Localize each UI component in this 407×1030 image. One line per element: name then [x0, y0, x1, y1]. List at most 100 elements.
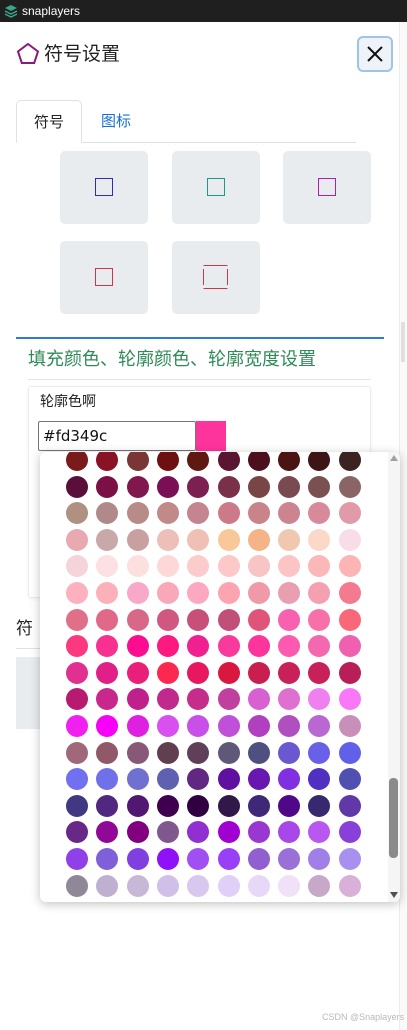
- color-swatch-option[interactable]: [338, 715, 361, 737]
- color-swatch-option[interactable]: [278, 502, 301, 525]
- color-swatch-option[interactable]: [187, 874, 210, 897]
- color-swatch-option[interactable]: [96, 502, 119, 525]
- color-swatch-option[interactable]: [308, 688, 331, 711]
- color-swatch-option[interactable]: [217, 528, 240, 551]
- color-swatch-option[interactable]: [187, 452, 210, 471]
- symbol-tile-square-teal[interactable]: [172, 151, 260, 224]
- color-swatch-option[interactable]: [126, 848, 149, 870]
- color-swatch-option[interactable]: [338, 528, 361, 551]
- color-swatch-option[interactable]: [308, 502, 331, 525]
- dialog-scrollbar-thumb[interactable]: [401, 322, 405, 362]
- color-swatch-option[interactable]: [96, 688, 119, 711]
- color-swatch-option[interactable]: [247, 502, 270, 525]
- color-swatch-option[interactable]: [247, 848, 270, 870]
- color-swatch-option[interactable]: [308, 452, 331, 471]
- color-swatch-option[interactable]: [156, 502, 179, 525]
- color-swatch-option[interactable]: [187, 582, 210, 604]
- color-swatch-option[interactable]: [278, 715, 301, 737]
- color-swatch-option[interactable]: [278, 635, 301, 658]
- color-swatch-option[interactable]: [187, 848, 210, 870]
- color-swatch-option[interactable]: [308, 661, 331, 684]
- color-swatch-option[interactable]: [217, 608, 240, 631]
- dialog-scrollbar[interactable]: [399, 22, 407, 1030]
- color-swatch-option[interactable]: [187, 688, 210, 711]
- color-swatch-option[interactable]: [338, 741, 361, 764]
- color-swatch-option[interactable]: [156, 794, 179, 817]
- color-swatch-option[interactable]: [247, 452, 270, 471]
- color-swatch-option[interactable]: [96, 661, 119, 684]
- color-swatch-option[interactable]: [278, 582, 301, 604]
- color-swatch-option[interactable]: [247, 661, 270, 684]
- color-swatch-option[interactable]: [278, 608, 301, 631]
- color-swatch-option[interactable]: [126, 608, 149, 631]
- color-swatch-option[interactable]: [338, 608, 361, 631]
- color-swatch-option[interactable]: [338, 821, 361, 844]
- color-swatch-option[interactable]: [66, 452, 88, 471]
- color-swatch-option[interactable]: [66, 528, 88, 551]
- color-swatch-option[interactable]: [66, 582, 88, 604]
- color-swatch-option[interactable]: [308, 555, 331, 578]
- color-swatch-option[interactable]: [338, 661, 361, 684]
- color-swatch-option[interactable]: [308, 715, 331, 737]
- color-swatch-option[interactable]: [247, 635, 270, 658]
- color-swatch-option[interactable]: [187, 635, 210, 658]
- color-swatch-option[interactable]: [96, 582, 119, 604]
- color-swatch-option[interactable]: [66, 688, 88, 711]
- color-swatch-option[interactable]: [278, 848, 301, 870]
- color-swatch-option[interactable]: [278, 688, 301, 711]
- color-swatch-option[interactable]: [66, 768, 88, 791]
- color-swatch-option[interactable]: [217, 741, 240, 764]
- color-swatch-option[interactable]: [217, 688, 240, 711]
- color-swatch-option[interactable]: [308, 475, 331, 498]
- color-swatch-option[interactable]: [217, 661, 240, 684]
- color-swatch-option[interactable]: [278, 475, 301, 498]
- color-swatch-option[interactable]: [338, 848, 361, 870]
- close-button[interactable]: [357, 36, 393, 72]
- color-swatch-option[interactable]: [278, 874, 301, 897]
- color-swatch-option[interactable]: [66, 502, 88, 525]
- color-swatch-option[interactable]: [156, 608, 179, 631]
- color-swatch-option[interactable]: [156, 848, 179, 870]
- color-swatch-option[interactable]: [278, 821, 301, 844]
- color-swatch-option[interactable]: [247, 582, 270, 604]
- color-swatch-option[interactable]: [96, 848, 119, 870]
- scroll-up-arrow-icon[interactable]: [390, 455, 398, 461]
- color-swatch-option[interactable]: [96, 635, 119, 658]
- color-swatch-option[interactable]: [247, 768, 270, 791]
- color-swatch-option[interactable]: [156, 635, 179, 658]
- color-swatch-option[interactable]: [156, 528, 179, 551]
- color-swatch-option[interactable]: [278, 661, 301, 684]
- color-swatch-option[interactable]: [66, 555, 88, 578]
- symbol-tile-square-red[interactable]: [60, 241, 148, 314]
- outline-color-input[interactable]: [38, 421, 196, 451]
- color-swatch-option[interactable]: [247, 794, 270, 817]
- color-swatch-option[interactable]: [308, 794, 331, 817]
- color-swatch-option[interactable]: [187, 608, 210, 631]
- color-swatch-option[interactable]: [247, 688, 270, 711]
- color-swatch-option[interactable]: [217, 715, 240, 737]
- color-swatch-option[interactable]: [308, 635, 331, 658]
- color-swatch-option[interactable]: [217, 794, 240, 817]
- color-swatch-option[interactable]: [247, 608, 270, 631]
- color-swatch-option[interactable]: [308, 582, 331, 604]
- color-swatch-option[interactable]: [247, 874, 270, 897]
- symbol-tile-square-purple[interactable]: [283, 151, 371, 224]
- outline-color-swatch[interactable]: [196, 421, 226, 451]
- color-swatch-option[interactable]: [126, 794, 149, 817]
- palette-scrollbar-thumb[interactable]: [389, 778, 398, 858]
- color-swatch-option[interactable]: [338, 582, 361, 604]
- color-swatch-option[interactable]: [96, 452, 119, 471]
- color-swatch-option[interactable]: [187, 768, 210, 791]
- color-swatch-option[interactable]: [308, 768, 331, 791]
- color-swatch-option[interactable]: [66, 821, 88, 844]
- color-swatch-option[interactable]: [156, 821, 179, 844]
- tab-symbol[interactable]: 符号: [16, 100, 82, 143]
- color-swatch-option[interactable]: [66, 661, 88, 684]
- color-swatch-option[interactable]: [338, 555, 361, 578]
- color-swatch-option[interactable]: [66, 741, 88, 764]
- color-swatch-option[interactable]: [278, 741, 301, 764]
- color-swatch-option[interactable]: [96, 874, 119, 897]
- color-swatch-option[interactable]: [338, 768, 361, 791]
- color-swatch-option[interactable]: [96, 608, 119, 631]
- color-swatch-option[interactable]: [66, 848, 88, 870]
